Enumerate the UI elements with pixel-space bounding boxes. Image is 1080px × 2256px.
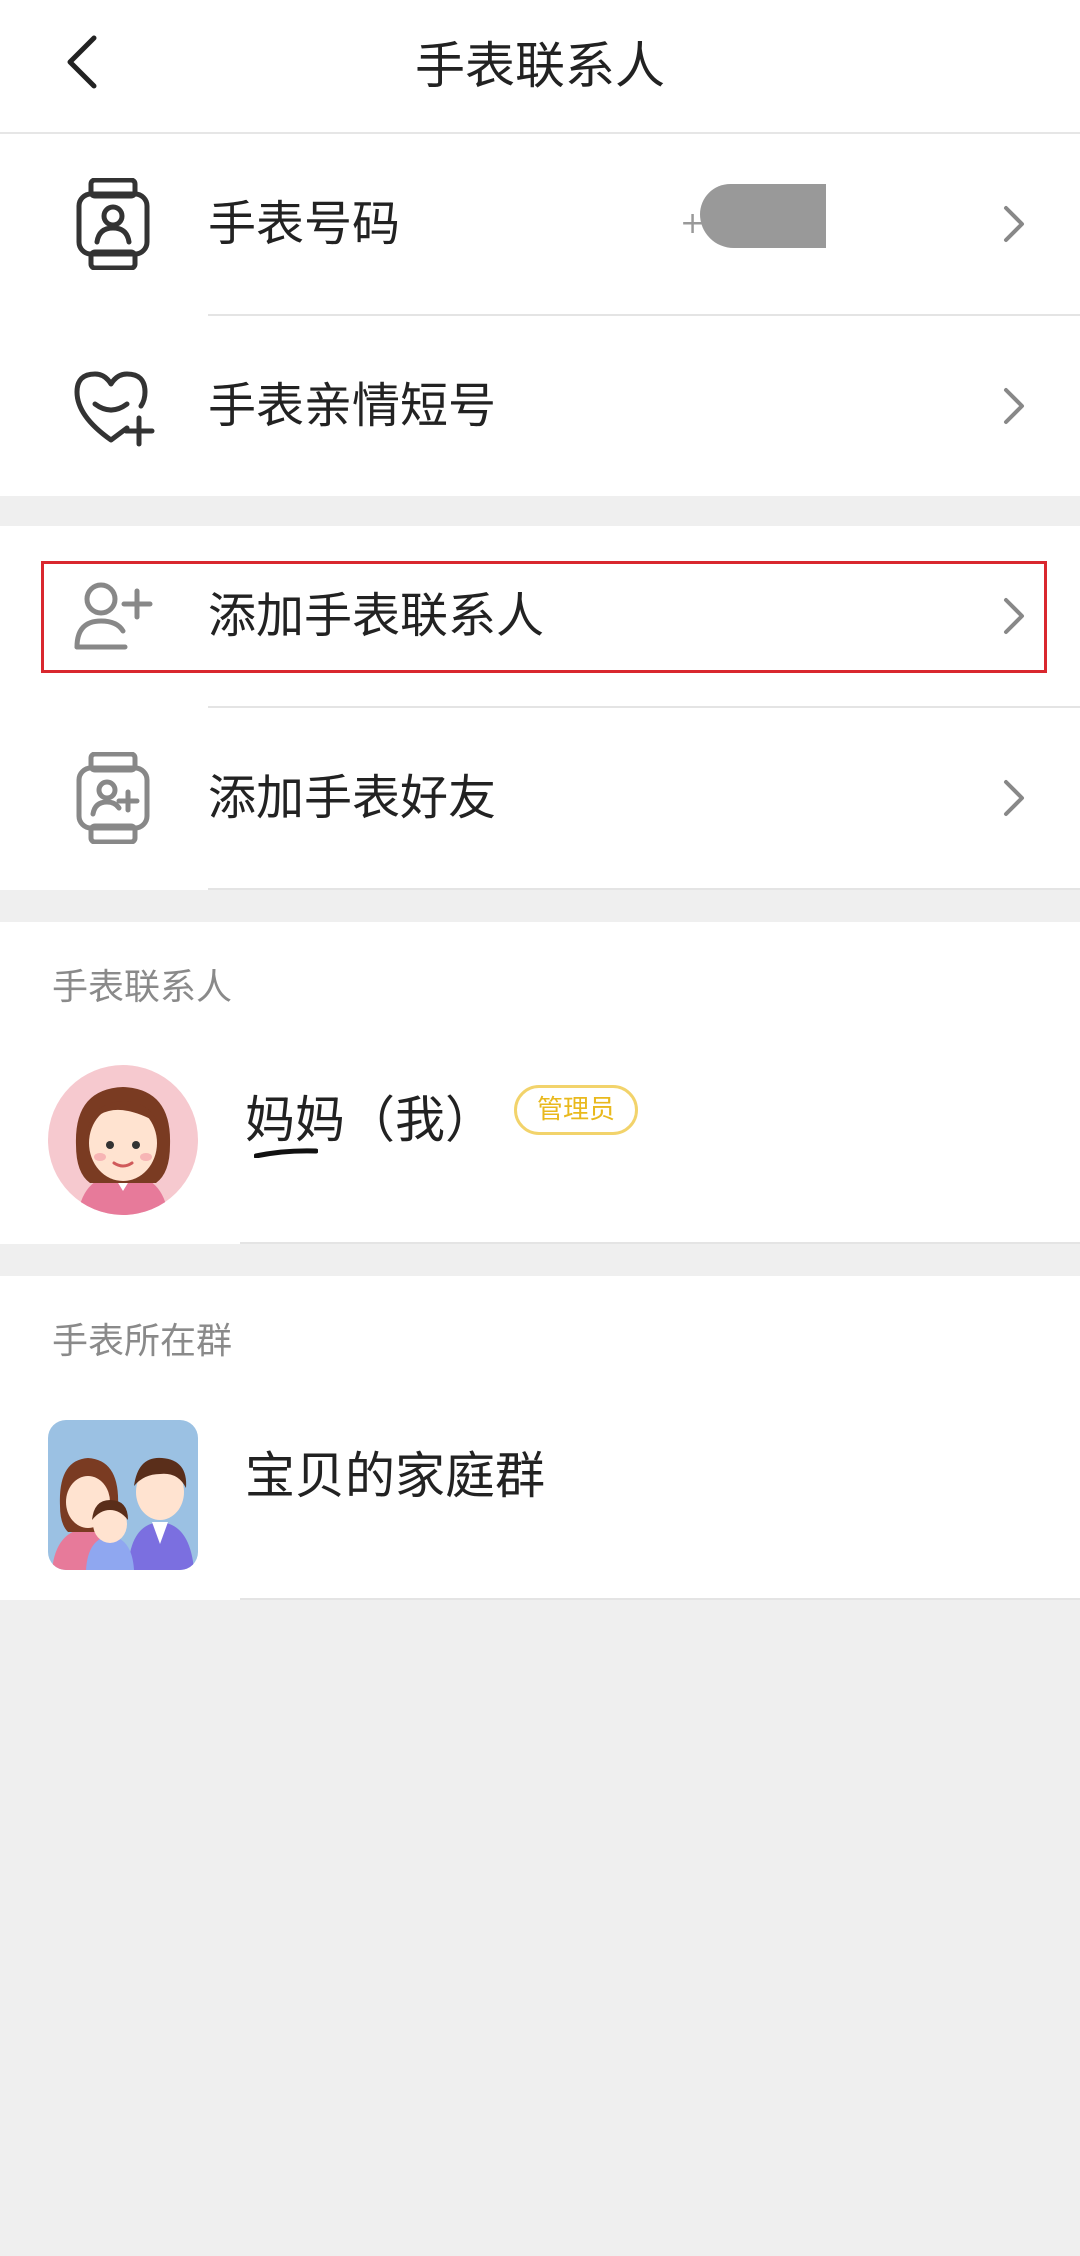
row-divider	[240, 1598, 1080, 1600]
add-section: 添加手表联系人 添加手表好友	[0, 526, 1080, 890]
watch-number-label: 手表号码	[208, 196, 401, 252]
back-button[interactable]	[50, 30, 114, 94]
top-bar: 手表联系人	[0, 0, 1080, 134]
row-divider	[240, 1242, 1080, 1244]
group-avatar[interactable]	[48, 1420, 198, 1570]
group-name[interactable]: 宝贝的家庭群	[245, 1436, 545, 1508]
chevron-right-icon	[1004, 388, 1024, 424]
chevron-right-icon	[1004, 780, 1024, 816]
page-title: 手表联系人	[415, 37, 665, 95]
watch-info-section: 手表号码 +8 手表亲情短号	[0, 134, 1080, 496]
contact-name[interactable]: 妈妈（我）	[245, 1080, 495, 1152]
chevron-right-icon	[1004, 206, 1024, 242]
chevron-right-icon	[1004, 598, 1024, 634]
admin-badge: 管理员	[514, 1085, 638, 1135]
back-arrow-icon	[67, 35, 97, 89]
add-watch-contact-row[interactable]: 添加手表联系人	[0, 526, 1080, 706]
groups-section-title: 手表所在群	[52, 1321, 233, 1362]
family-short-number-label: 手表亲情短号	[208, 378, 497, 434]
redacted-phone-mask	[700, 184, 826, 248]
watch-person-add-icon	[68, 752, 158, 844]
family-short-number-row[interactable]: 手表亲情短号	[0, 316, 1080, 496]
add-watch-contact-label: 添加手表联系人	[208, 588, 545, 644]
row-divider	[208, 888, 1080, 890]
contacts-section-title: 手表联系人	[52, 967, 233, 1008]
watch-person-icon	[68, 178, 158, 270]
heart-plus-icon	[68, 361, 158, 451]
add-watch-friend-row[interactable]: 添加手表好友	[0, 708, 1080, 888]
watch-number-row[interactable]: 手表号码 +8	[0, 134, 1080, 314]
person-add-icon	[68, 571, 158, 661]
add-watch-friend-label: 添加手表好友	[208, 770, 497, 826]
redaction-mark	[254, 1148, 318, 1158]
avatar[interactable]	[48, 1065, 198, 1215]
